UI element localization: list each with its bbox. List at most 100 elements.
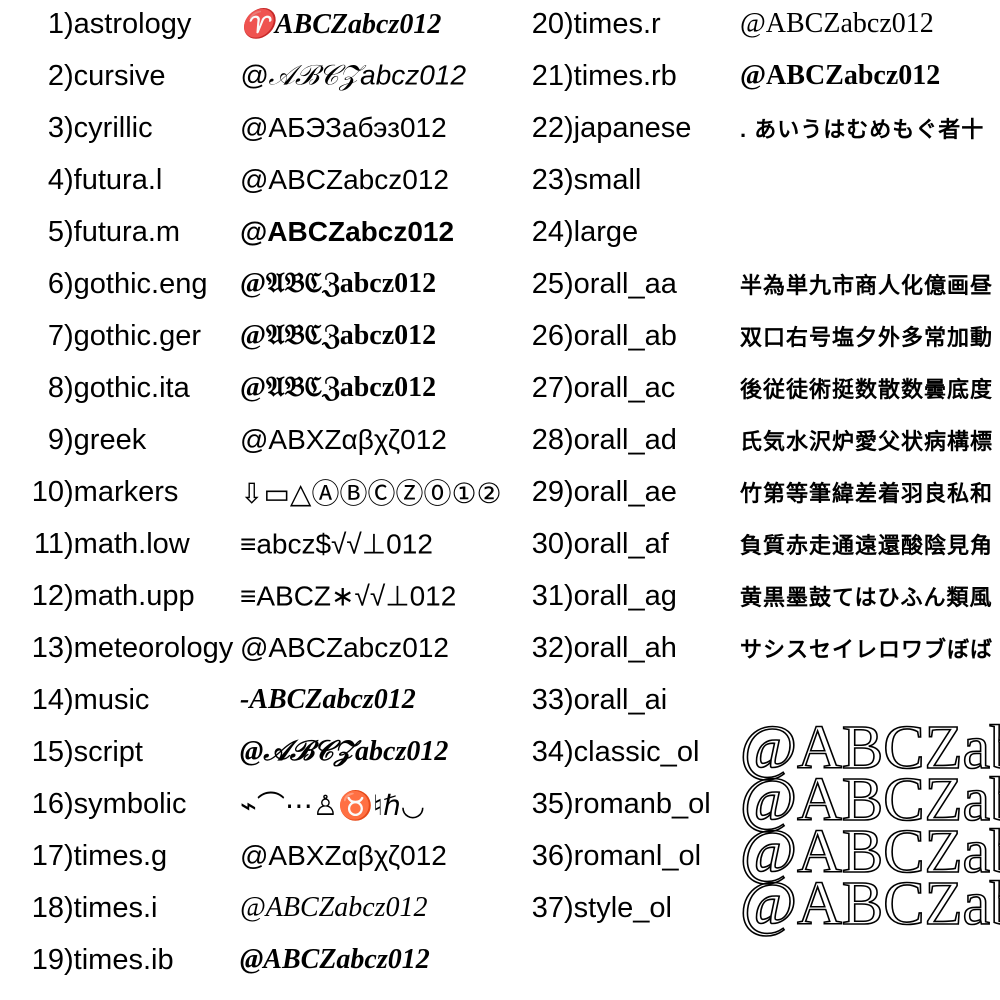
font-sample-text: @АБЭЗабэз012 (240, 112, 447, 143)
font-sample-text: @ABCZabcz012 (240, 944, 430, 975)
paren: ) (564, 319, 574, 352)
font-row-number: 1 (47, 7, 64, 40)
font-name-label: orall_aa (573, 267, 677, 300)
font-row: 11) math.low ≡abcz$√√⊥012 (22, 522, 500, 566)
font-row: 17) times.g @ABXZαβχζ012 (22, 834, 500, 878)
font-name-label: times.i (73, 891, 158, 924)
font-sample-text: @ABCZabcz012 (240, 164, 449, 195)
paren: ) (64, 319, 74, 352)
font-row: 13) meteorology @ABCZabcz012 (22, 626, 500, 670)
font-sample-text: 黄黒墨鼓てはひふん類風 (740, 585, 993, 610)
font-row: 18) times.i @ABCZabcz012 (22, 886, 500, 930)
font-sample-text: 竹第等筆緯差着羽良私和 (740, 481, 994, 506)
font-sample-text: ≡abcz$√√⊥012 (240, 528, 433, 560)
font-row: 31) orall_ag 黄黒墨鼓てはひふん類風 (522, 574, 1000, 618)
font-row: 27) orall_ac 後従徒術挺数散数曇底度 (522, 366, 1000, 410)
font-row: 22) japanese . あいうはむめもぐ者十 (522, 106, 1000, 150)
font-row-number: 26 (531, 319, 564, 352)
paren: ) (564, 111, 574, 144)
font-row-number: 33 (531, 683, 564, 716)
font-row-number: 16 (31, 787, 64, 820)
font-row: 32) orall_ah サシスセイレロワブぼば (522, 626, 1000, 670)
font-row: 7) gothic.ger @𝔄𝔅ℭℨabcz012 (22, 314, 500, 358)
font-sample-text: . あいうはむめもぐ者十 (740, 117, 985, 142)
font-sample-text: @𝒜ℬ𝒞𝒵abcz012 (240, 59, 467, 91)
font-sample-text: @ABCZabcz012 (740, 8, 934, 39)
font-row: 9) greek @ABXZαβχζ012 (22, 418, 500, 462)
font-row-number: 27 (531, 371, 564, 404)
font-sample-text: ♈ABCZabcz012 (240, 9, 442, 40)
font-name-label: cyrillic (73, 111, 153, 144)
font-name-label: romanl_ol (573, 839, 702, 872)
paren: ) (564, 475, 574, 508)
font-row-number: 14 (31, 683, 64, 716)
paren: ) (564, 787, 574, 820)
font-name-label: classic_ol (573, 735, 700, 768)
font-row: 8) gothic.ita @𝔄𝔅ℭℨabcz012 (22, 366, 500, 410)
font-name-label: large (573, 215, 639, 248)
font-row-number: 7 (47, 319, 64, 352)
font-name-label: math.upp (73, 579, 195, 612)
font-sample-text: ≡ABCZ∗√√⊥012 (240, 580, 457, 612)
font-row-number: 22 (531, 111, 564, 144)
font-name-label: japanese (573, 111, 692, 144)
font-sample-text: 双口右号塩夕外多常加動 (740, 325, 994, 350)
font-row-number: 21 (531, 59, 564, 92)
font-sample-text: @ABCZabcz012 (240, 216, 455, 247)
font-row: 1) astrology ♈ABCZabcz012 (22, 2, 500, 46)
font-name-label: gothic.ger (73, 319, 202, 352)
font-name-label: astrology (73, 7, 192, 40)
font-sample-text: @ABCZabc (739, 870, 1000, 939)
font-row-number: 2 (47, 59, 64, 92)
paren: ) (64, 527, 74, 560)
font-name-label: music (73, 683, 150, 716)
font-row-number: 13 (31, 631, 64, 664)
font-row: 28) orall_ad 氏気水沢炉愛父状病構標 (522, 418, 1000, 462)
font-sample-text: @𝒜ℬ𝒞𝒵abcz012 (240, 736, 449, 767)
font-sample-text: サシスセイレロワブぼば (740, 637, 994, 662)
font-row-number: 23 (531, 163, 564, 196)
font-row-number: 19 (31, 943, 64, 976)
font-name-label: orall_af (573, 527, 669, 560)
paren: ) (64, 683, 74, 716)
paren: ) (564, 579, 574, 612)
font-row-number: 18 (31, 891, 64, 924)
font-name-label: orall_ae (573, 475, 677, 508)
font-sample-text: @ABXZαβχζ012 (240, 840, 447, 871)
font-name-label: futura.m (73, 215, 181, 248)
font-name-label: cursive (73, 59, 166, 92)
font-row-number: 17 (31, 839, 64, 872)
font-row-number: 9 (47, 423, 64, 456)
font-name-label: orall_ad (573, 423, 677, 456)
font-row-number: 24 (531, 215, 564, 248)
font-row-number: 6 (47, 267, 64, 300)
font-row-number: 36 (531, 839, 564, 872)
paren: ) (564, 891, 574, 924)
font-name-label: small (573, 163, 642, 196)
paren: ) (64, 735, 74, 768)
font-row: 4) futura.l @ABCZabcz012 (22, 158, 500, 202)
font-row: 15) script @𝒜ℬ𝒞𝒵abcz012 (22, 730, 500, 774)
paren: ) (64, 59, 74, 92)
paren: ) (564, 7, 574, 40)
font-name-label: style_ol (573, 891, 672, 924)
font-name-label: times.rb (573, 59, 677, 92)
font-row: 24) large (522, 210, 1000, 254)
font-row: 3) cyrillic @АБЭЗабэз012 (22, 106, 500, 150)
font-row-number: 3 (47, 111, 64, 144)
font-sample-text: ⇩▭△ⒶⒷⒸⓏ⓪①② (240, 478, 502, 509)
paren: ) (564, 267, 574, 300)
font-sample-text: 後従徒術挺数散数曇底度 (740, 377, 994, 402)
font-row: 23) small (522, 158, 1000, 202)
paren: ) (64, 787, 74, 820)
paren: ) (564, 527, 574, 560)
font-row: 6) gothic.eng @𝔄𝔅ℭℨabcz012 (22, 262, 500, 306)
font-sample-text: 氏気水沢炉愛父状病構標 (740, 429, 994, 454)
font-name-label: times.g (73, 839, 168, 872)
font-row-number: 5 (47, 215, 64, 248)
paren: ) (64, 267, 74, 300)
paren: ) (64, 111, 74, 144)
paren: ) (64, 943, 74, 976)
font-name-label: orall_ai (573, 683, 668, 716)
paren: ) (564, 683, 574, 716)
